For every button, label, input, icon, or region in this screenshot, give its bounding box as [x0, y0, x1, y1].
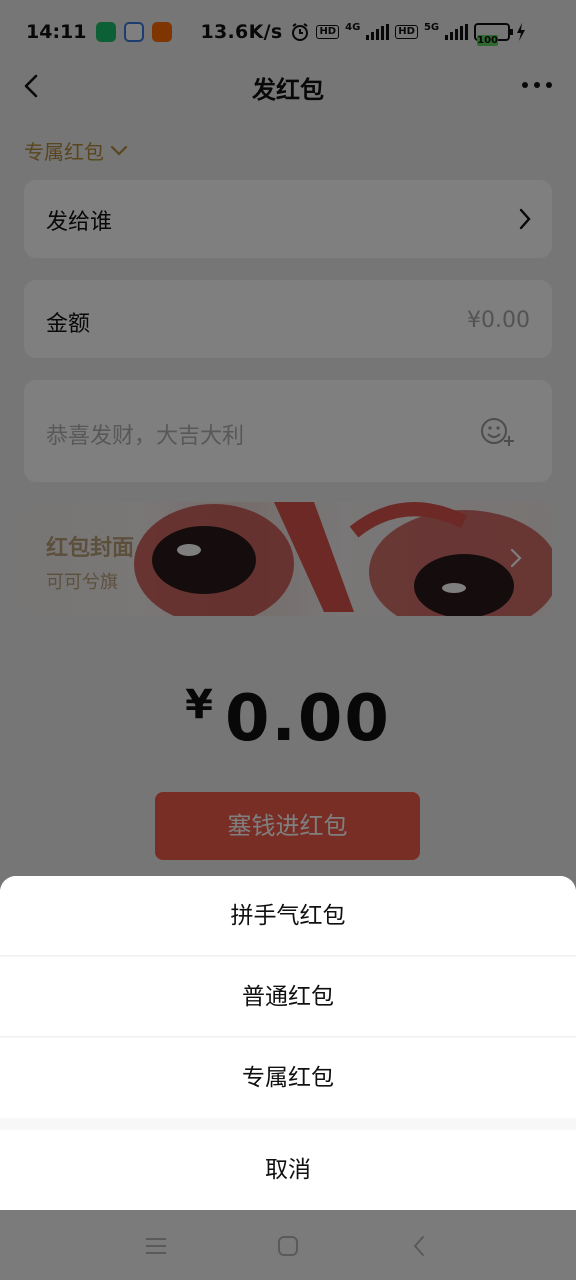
action-sheet: 拼手气红包 普通红包 专属红包 取消: [0, 876, 576, 1210]
option-normal-packet[interactable]: 普通红包: [0, 957, 576, 1037]
menu-lines-icon[interactable]: [144, 1234, 168, 1258]
nav-back-icon[interactable]: [408, 1234, 432, 1258]
home-square-icon[interactable]: [276, 1234, 300, 1258]
system-nav-bar: [0, 1210, 576, 1280]
option-exclusive-packet[interactable]: 专属红包: [0, 1038, 576, 1118]
cancel-button[interactable]: 取消: [0, 1130, 576, 1210]
option-lucky-packet[interactable]: 拼手气红包: [0, 876, 576, 956]
